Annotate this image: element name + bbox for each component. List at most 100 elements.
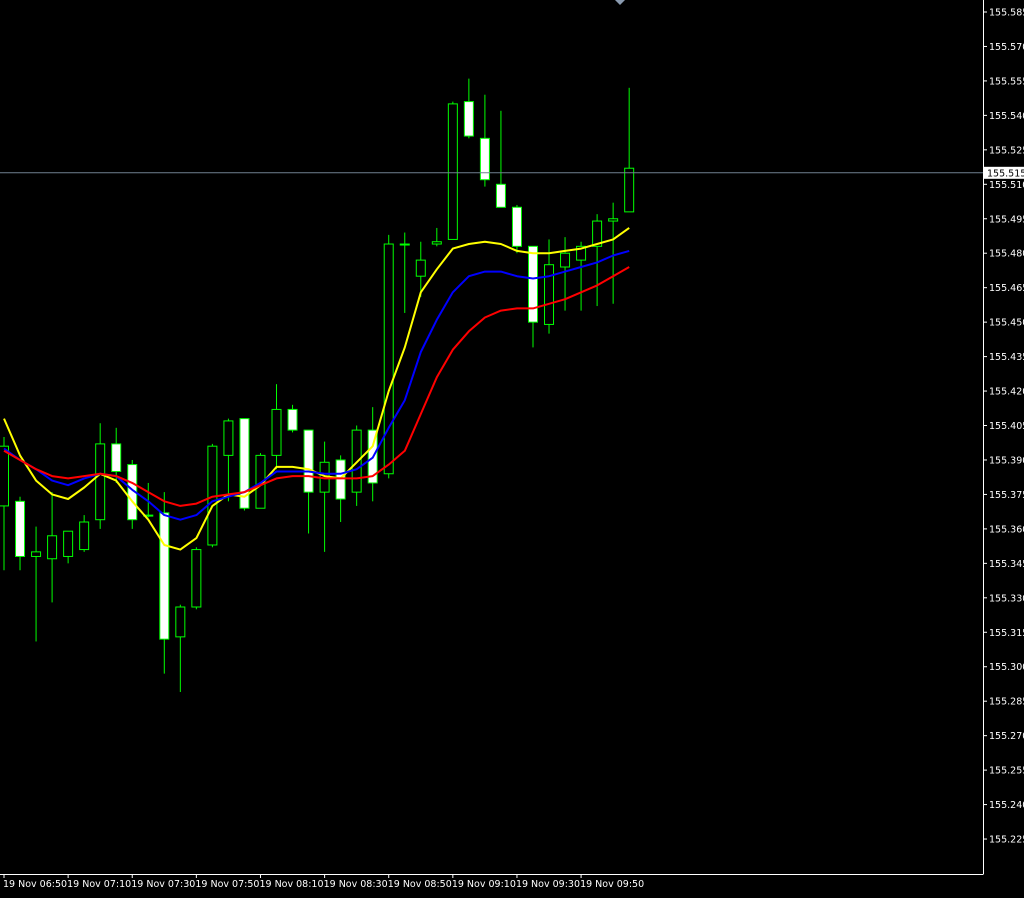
time-tick-label: 19 Nov 07:10 — [67, 879, 131, 890]
bear-candle-body — [495, 183, 506, 208]
price-tick-label: 155.420 — [989, 387, 1024, 398]
price-tick-label: 155.285 — [989, 697, 1024, 708]
candles-layer — [0, 78, 635, 692]
price-tick-label: 155.300 — [989, 662, 1024, 673]
price-chart[interactable]: 155.585 155.570 155.555 155.540 155.525 155.5… — [0, 0, 1024, 898]
time-tick-label: 19 Nov 08:30 — [324, 879, 388, 890]
candle — [0, 437, 9, 571]
time-tick-label: 19 Nov 07:50 — [195, 879, 259, 890]
price-tick-label: 155.525 — [989, 145, 1024, 156]
candle — [527, 245, 538, 348]
bull-candle-body — [383, 243, 394, 475]
bull-candle-body — [63, 530, 74, 557]
triangle-down-icon[interactable] — [615, 0, 625, 5]
price-tick-label: 155.255 — [989, 766, 1024, 777]
time-tick-label: 19 Nov 09:30 — [516, 879, 580, 890]
bear-candle-body — [159, 512, 170, 640]
bear-candle-body — [335, 459, 346, 500]
price-tick-label: 155.465 — [989, 283, 1024, 294]
price-tick-label: 155.510 — [989, 180, 1024, 191]
price-tick-label: 155.495 — [989, 214, 1024, 225]
candle — [383, 234, 394, 479]
candle — [335, 455, 346, 522]
time-tick-label: 19 Nov 07:30 — [131, 879, 195, 890]
bull-candle-body — [624, 167, 635, 213]
price-tick-label: 155.555 — [989, 76, 1024, 87]
candle — [608, 202, 619, 304]
price-tick-label: 155.450 — [989, 318, 1024, 329]
time-axis[interactable]: 19 Nov 06:50 19 Nov 07:10 19 Nov 07:30 19 N… — [3, 874, 644, 890]
bear-candle-body — [303, 429, 314, 493]
candle — [511, 204, 522, 254]
candle — [127, 459, 138, 529]
candle — [495, 110, 506, 208]
bull-candle-body — [79, 521, 90, 551]
candle — [47, 492, 58, 603]
candle — [31, 526, 42, 642]
candle — [191, 547, 202, 610]
bear-candle-body — [111, 443, 122, 472]
time-tick-label: 19 Nov 09:10 — [452, 879, 516, 890]
candle — [79, 515, 90, 552]
bear-candle-body — [527, 245, 538, 323]
candle — [624, 87, 635, 213]
price-axis[interactable]: 155.585 155.570 155.555 155.540 155.525 155.5… — [983, 8, 1024, 846]
candle — [159, 492, 170, 674]
bear-candle-body — [287, 408, 298, 431]
chart-canvas[interactable]: 155.585 155.570 155.555 155.540 155.525 155.5… — [0, 0, 1024, 898]
candle — [367, 407, 378, 502]
price-tick-label: 155.330 — [989, 593, 1024, 604]
candle — [303, 429, 314, 534]
time-tick-label: 19 Nov 09:50 — [580, 879, 644, 890]
price-tick-label: 155.570 — [989, 42, 1024, 53]
bull-candle-body — [0, 445, 9, 507]
price-tick-label: 155.375 — [989, 490, 1024, 501]
bull-candle-body — [399, 243, 410, 246]
price-tick-label: 155.240 — [989, 800, 1024, 811]
bull-candle-body — [447, 103, 458, 240]
candle — [463, 78, 474, 139]
bull-candle-body — [47, 535, 58, 560]
candle — [447, 101, 458, 240]
bull-candle-body — [431, 241, 442, 245]
bull-candle-body — [271, 408, 282, 456]
price-tick-label: 155.390 — [989, 455, 1024, 466]
bull-candle-body — [608, 218, 619, 222]
price-tick-label: 155.360 — [989, 524, 1024, 535]
price-tick-label: 155.585 — [989, 8, 1024, 19]
price-tick-label: 155.480 — [989, 249, 1024, 260]
price-tick-label: 155.435 — [989, 352, 1024, 363]
candle — [271, 384, 282, 470]
time-tick-label: 19 Nov 08:50 — [388, 879, 452, 890]
bear-candle-body — [511, 206, 522, 247]
bull-candle-body — [544, 264, 555, 325]
candle — [63, 530, 74, 564]
bear-candle-body — [479, 137, 490, 181]
bull-candle-body — [31, 551, 42, 557]
price-tick-label: 155.270 — [989, 731, 1024, 742]
price-tick-label: 155.225 — [989, 835, 1024, 846]
bull-candle-body — [223, 420, 234, 456]
candle — [287, 404, 298, 433]
bull-candle-body — [415, 259, 426, 277]
candle — [399, 232, 410, 313]
candle — [319, 441, 330, 552]
candle — [175, 604, 186, 692]
price-tick-label: 155.540 — [989, 111, 1024, 122]
bull-candle-body — [560, 252, 571, 268]
bull-candle-body — [95, 443, 106, 521]
axes-layer — [0, 0, 984, 875]
price-tick-label: 155.405 — [989, 421, 1024, 432]
bull-candle-body — [175, 606, 186, 638]
time-tick-label: 19 Nov 06:50 — [3, 879, 67, 890]
bear-candle-body — [15, 500, 26, 557]
price-tick-label: 155.315 — [989, 628, 1024, 639]
candle — [223, 418, 234, 502]
price-tick-label: 155.345 — [989, 559, 1024, 570]
bull-candle-body — [191, 549, 202, 608]
bear-candle-body — [463, 101, 474, 137]
time-tick-label: 19 Nov 08:10 — [259, 879, 323, 890]
current-price-label: 155.515 — [987, 168, 1024, 179]
current-price-tag: 155.515 — [984, 166, 1024, 179]
candle — [576, 241, 587, 311]
